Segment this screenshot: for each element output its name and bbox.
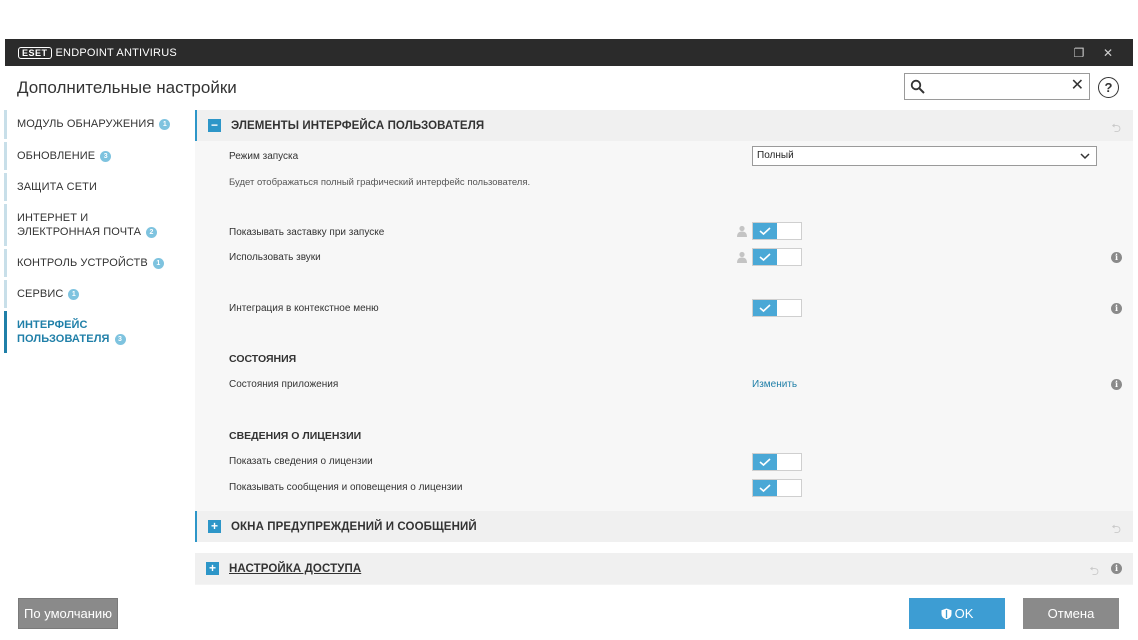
page-title: Дополнительные настройки bbox=[17, 78, 237, 97]
search-input[interactable] bbox=[929, 76, 1069, 97]
notification-badge: 1 bbox=[68, 288, 80, 300]
sidebar-item-tools[interactable]: СЕРВИС 1 bbox=[4, 280, 195, 308]
section-body-ui-elements: Режим запуска Полный Будет отображаться … bbox=[195, 141, 1133, 511]
expand-icon[interactable]: + bbox=[206, 562, 219, 575]
notification-badge: 3 bbox=[114, 333, 126, 345]
startup-mode-select[interactable]: Полный bbox=[752, 146, 1097, 166]
revert-icon[interactable]: ⮌ bbox=[1111, 520, 1121, 541]
notification-badge: 2 bbox=[146, 226, 158, 238]
show-license-label: Показать сведения о лицензии bbox=[229, 456, 373, 467]
context-menu-toggle[interactable] bbox=[752, 299, 802, 317]
startup-mode-label: Режим запуска bbox=[229, 151, 299, 162]
user-policy-icon bbox=[737, 251, 747, 263]
close-window-button[interactable]: ✕ bbox=[1094, 39, 1122, 66]
app-states-label: Состояния приложения bbox=[229, 379, 339, 390]
sidebar-item-label: ЗАЩИТА СЕТИ bbox=[17, 181, 97, 193]
checkmark-icon bbox=[753, 249, 777, 265]
checkmark-icon bbox=[753, 454, 777, 470]
sidebar-item-update[interactable]: ОБНОВЛЕНИЕ 3 bbox=[4, 142, 195, 170]
sounds-toggle[interactable] bbox=[752, 248, 802, 266]
states-subheading: СОСТОЯНИЯ bbox=[229, 353, 297, 365]
section-title: НАСТРОЙКА ДОСТУПА bbox=[229, 562, 362, 575]
show-license-toggle[interactable] bbox=[752, 453, 802, 471]
expand-icon[interactable]: + bbox=[208, 520, 221, 533]
sounds-label: Использовать звуки bbox=[229, 252, 321, 263]
eset-logo: ESET bbox=[18, 46, 52, 59]
info-icon[interactable]: i bbox=[1111, 563, 1122, 574]
shield-icon bbox=[941, 608, 952, 619]
advanced-settings-window: ESET ENDPOINT ANTIVIRUS ❐ ✕ Дополнительн… bbox=[0, 0, 1138, 640]
title-bar[interactable]: ESET ENDPOINT ANTIVIRUS ❐ ✕ bbox=[5, 39, 1133, 66]
help-button[interactable]: ? bbox=[1098, 77, 1119, 98]
license-messages-label: Показывать сообщения и оповещения о лице… bbox=[229, 482, 463, 493]
section-divider bbox=[195, 542, 1133, 553]
startup-mode-description: Будет отображаться полный графический ин… bbox=[229, 177, 531, 188]
section-title: ОКНА ПРЕДУПРЕЖДЕНИЙ И СООБЩЕНИЙ bbox=[231, 520, 477, 533]
chevron-down-icon bbox=[1080, 153, 1090, 160]
app-name: ENDPOINT ANTIVIRUS bbox=[55, 46, 177, 59]
sidebar: МОДУЛЬ ОБНАРУЖЕНИЯ 1 ОБНОВЛЕНИЕ 3 ЗАЩИТА С… bbox=[0, 110, 195, 356]
settings-content: − ЭЛЕМЕНТЫ ИНТЕРФЕЙСА ПОЛЬЗОВАТЕЛЯ ⮌ Реж… bbox=[195, 110, 1133, 585]
section-header-ui-elements[interactable]: − ЭЛЕМЕНТЫ ИНТЕРФЕЙСА ПОЛЬЗОВАТЕЛЯ ⮌ bbox=[195, 110, 1133, 141]
license-messages-toggle[interactable] bbox=[752, 479, 802, 497]
search-icon bbox=[910, 79, 925, 94]
ok-button-label: OK bbox=[954, 606, 974, 621]
default-button[interactable]: По умолчанию bbox=[18, 598, 118, 629]
sidebar-item-network-protection[interactable]: ЗАЩИТА СЕТИ bbox=[4, 173, 195, 201]
cancel-button[interactable]: Отмена bbox=[1023, 598, 1119, 629]
sidebar-item-user-interface[interactable]: ИНТЕРФЕЙС ПОЛЬЗОВАТЕЛЯ 3 bbox=[4, 311, 144, 353]
section-header-access-setup[interactable]: + НАСТРОЙКА ДОСТУПА ⮌ i bbox=[195, 553, 1133, 584]
restore-icon: ❐ bbox=[1073, 45, 1085, 60]
collapse-icon[interactable]: − bbox=[208, 119, 221, 132]
sidebar-item-label: КОНТРОЛЬ УСТРОЙСТВ bbox=[17, 257, 148, 269]
license-subheading: СВЕДЕНИЯ О ЛИЦЕНЗИИ bbox=[229, 430, 362, 442]
section-header-alerts[interactable]: + ОКНА ПРЕДУПРЕЖДЕНИЙ И СООБЩЕНИЙ ⮌ bbox=[195, 511, 1133, 542]
sidebar-item-label: ИНТЕРФЕЙС ПОЛЬЗОВАТЕЛЯ bbox=[17, 319, 110, 345]
splash-screen-label: Показывать заставку при запуске bbox=[229, 227, 385, 238]
revert-icon[interactable]: ⮌ bbox=[1111, 119, 1121, 140]
checkmark-icon bbox=[753, 300, 777, 316]
close-icon: ✕ bbox=[1102, 45, 1114, 60]
info-icon[interactable]: i bbox=[1111, 303, 1122, 314]
notification-badge: 1 bbox=[152, 257, 164, 269]
clear-search-icon[interactable]: ✕ bbox=[1071, 77, 1084, 95]
sidebar-item-label: МОДУЛЬ ОБНАРУЖЕНИЯ bbox=[17, 118, 155, 130]
section-title: ЭЛЕМЕНТЫ ИНТЕРФЕЙСА ПОЛЬЗОВАТЕЛЯ bbox=[231, 119, 485, 132]
notification-badge: 3 bbox=[100, 150, 112, 162]
info-icon[interactable]: i bbox=[1111, 252, 1122, 263]
restore-window-button[interactable]: ❐ bbox=[1065, 39, 1093, 66]
sidebar-item-device-control[interactable]: КОНТРОЛЬ УСТРОЙСТВ 1 bbox=[4, 249, 195, 277]
sidebar-item-label: СЕРВИС bbox=[17, 288, 64, 300]
sidebar-item-web-and-email[interactable]: ИНТЕРНЕТ И ЭЛЕКТРОННАЯ ПОЧТА 2 bbox=[4, 204, 169, 246]
notification-badge: 1 bbox=[159, 118, 171, 130]
sidebar-item-label: ОБНОВЛЕНИЕ bbox=[17, 150, 96, 162]
sidebar-item-detection-engine[interactable]: МОДУЛЬ ОБНАРУЖЕНИЯ 1 bbox=[4, 110, 195, 139]
context-menu-label: Интеграция в контекстное меню bbox=[229, 303, 379, 314]
user-policy-icon bbox=[737, 225, 747, 237]
sidebar-item-label: ИНТЕРНЕТ И ЭЛЕКТРОННАЯ ПОЧТА bbox=[17, 212, 142, 238]
edit-app-states-link[interactable]: Изменить bbox=[752, 379, 797, 390]
search-box[interactable]: ✕ bbox=[904, 73, 1090, 100]
splash-screen-toggle[interactable] bbox=[752, 222, 802, 240]
revert-icon[interactable]: ⮌ bbox=[1089, 562, 1099, 583]
checkmark-icon bbox=[753, 480, 777, 496]
info-icon[interactable]: i bbox=[1111, 379, 1122, 390]
checkmark-icon bbox=[753, 223, 777, 239]
startup-mode-value: Полный bbox=[757, 150, 794, 161]
ok-button[interactable]: OK bbox=[909, 598, 1005, 629]
